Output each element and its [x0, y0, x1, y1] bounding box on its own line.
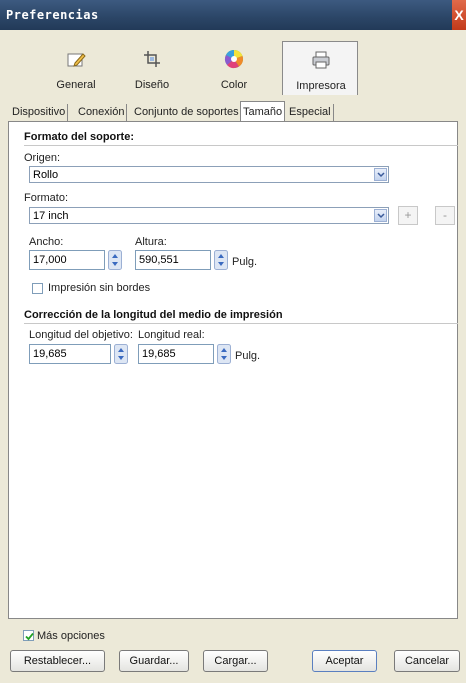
origin-label: Origen: — [24, 152, 61, 164]
close-button[interactable]: X — [452, 0, 466, 30]
length-correction-heading: Corrección de la longitud del medio de i… — [24, 309, 283, 321]
remove-format-button[interactable]: - — [435, 206, 455, 225]
category-toolbar: General Diseño Color Impresora — [12, 41, 458, 95]
category-general[interactable]: General — [38, 41, 114, 95]
origin-select[interactable]: Rollo — [29, 166, 389, 183]
actual-length-value: 19,685 — [142, 348, 176, 360]
target-length-spinner[interactable] — [114, 344, 128, 364]
width-value: 17,000 — [33, 254, 67, 266]
category-color[interactable]: Color — [196, 41, 272, 95]
origin-value: Rollo — [33, 169, 59, 181]
format-label: Formato: — [24, 192, 69, 204]
length-unit-label: Pulg. — [235, 350, 261, 362]
tab-strip: Dispositivo Conexión Conjunto de soporte… — [8, 101, 458, 122]
size-unit-label: Pulg. — [232, 256, 258, 268]
preferences-window: Preferencias X General Diseño Color Impr… — [0, 0, 466, 683]
target-length-value: 19,685 — [33, 348, 67, 360]
divider — [24, 145, 458, 146]
category-printer[interactable]: Impresora — [282, 41, 358, 95]
load-button[interactable]: Cargar... — [203, 650, 268, 672]
target-length-input[interactable]: 19,685 — [29, 344, 111, 364]
category-layout[interactable]: Diseño — [114, 41, 190, 95]
chevron-down-icon[interactable] — [374, 168, 387, 181]
format-select[interactable]: 17 inch — [29, 207, 389, 224]
checkmark-icon — [25, 632, 34, 641]
reset-button[interactable]: Restablecer... — [10, 650, 105, 672]
window-title: Preferencias — [6, 8, 99, 22]
width-label: Ancho: — [29, 236, 64, 248]
save-button[interactable]: Guardar... — [119, 650, 189, 672]
actual-length-spinner[interactable] — [217, 344, 231, 364]
printer-icon — [311, 50, 331, 70]
chevron-down-icon[interactable] — [374, 209, 387, 222]
tab-size[interactable]: Tamaño — [240, 101, 286, 122]
category-label: Color — [220, 79, 248, 91]
borderless-checkbox[interactable] — [32, 283, 43, 294]
title-bar[interactable]: Preferencias X — [0, 0, 466, 30]
height-label: Altura: — [135, 236, 167, 248]
height-value: 590,551 — [139, 254, 179, 266]
add-format-button[interactable]: + — [398, 206, 418, 225]
more-options-checkbox[interactable] — [23, 630, 34, 641]
category-label: Diseño — [134, 79, 170, 91]
tab-connection[interactable]: Conexión — [76, 104, 128, 121]
actual-length-input[interactable]: 19,685 — [138, 344, 214, 364]
media-format-heading: Formato del soporte: — [24, 131, 135, 143]
category-label: Impresora — [296, 80, 346, 92]
actual-length-label: Longitud real: — [138, 329, 205, 341]
crop-icon — [142, 49, 162, 69]
tab-device[interactable]: Dispositivo — [10, 104, 69, 121]
borderless-label: Impresión sin bordes — [48, 282, 151, 294]
format-value: 17 inch — [33, 210, 69, 222]
width-input[interactable]: 17,000 — [29, 250, 105, 270]
color-wheel-icon — [224, 49, 244, 69]
tab-panel-size — [8, 121, 458, 619]
category-label: General — [56, 79, 96, 91]
cancel-button[interactable]: Cancelar — [394, 650, 460, 672]
accept-button[interactable]: Aceptar — [312, 650, 377, 672]
divider — [24, 323, 458, 324]
width-spinner[interactable] — [108, 250, 122, 270]
target-length-label: Longitud del objetivo: — [29, 329, 133, 341]
tab-special[interactable]: Especial — [287, 104, 334, 121]
height-input[interactable]: 590,551 — [135, 250, 211, 270]
pencil-icon — [66, 49, 86, 69]
tab-media-set[interactable]: Conjunto de soportes — [132, 104, 242, 121]
more-options-label: Más opciones — [37, 630, 105, 642]
height-spinner[interactable] — [214, 250, 228, 270]
